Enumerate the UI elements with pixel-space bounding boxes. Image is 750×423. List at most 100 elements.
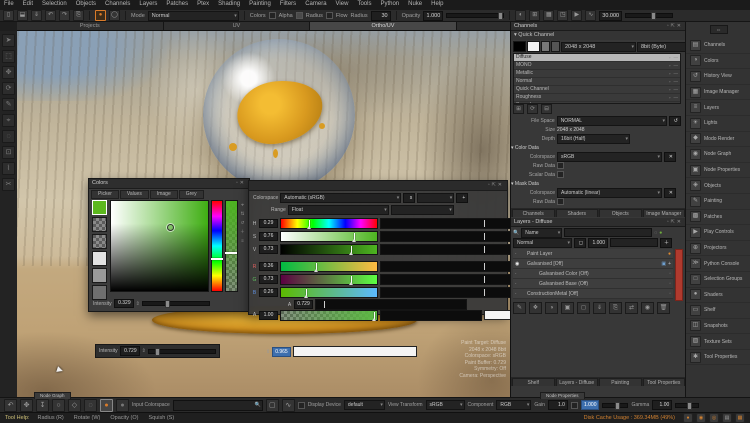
green-slider-overrange[interactable] [380,274,514,285]
visibility-cell[interactable]: · [515,291,525,297]
add-adjustment-icon[interactable]: ◑ [545,302,558,314]
grid-icon[interactable]: ⊞ [529,10,540,21]
channel-row[interactable]: MONO ▫— [514,62,680,70]
palette-item[interactable]: ▤ Channels [686,38,750,54]
radius-checkbox[interactable] [296,12,303,19]
swap-icon[interactable]: ⇅ [239,209,246,218]
filter-dropdown[interactable]: Name [521,228,562,238]
colors-panel-tab[interactable]: Grey [179,190,204,199]
eyedropper-tool-icon[interactable]: ⌖ [2,114,15,127]
palette-item[interactable]: ▨ Texture Sets [686,334,750,350]
sync-channel-icon[interactable]: ⟳ [527,104,538,114]
group-folder-icon[interactable]: ▣ [661,261,666,267]
value-slider-value[interactable]: 0.73 [259,245,278,254]
node-graph-tab[interactable]: Node Graph [34,392,71,399]
menu-item[interactable]: Layers [139,1,157,7]
palette-item[interactable]: ◑ Colors [686,54,750,70]
light-status-icon[interactable]: ◉ [696,413,706,423]
bake-down-icon[interactable]: ↧ [36,399,49,412]
green-slider-value[interactable]: 0.73 [259,275,278,284]
view-transform-dropdown[interactable]: sRGB [426,400,465,410]
dock-bottom-tab[interactable]: Shelf [512,378,555,386]
scalar-data-checkbox[interactable] [557,171,564,178]
channel-cache-icon[interactable]: ▫ [669,95,671,100]
clear-button[interactable]: ✕ [664,188,676,198]
intensity-value[interactable]: 0.729 [120,346,140,356]
intensity-slider[interactable] [142,301,210,306]
channel-lock-icon[interactable]: — [674,79,679,84]
memory-status-icon[interactable]: ▤ [722,413,732,423]
menu-item[interactable]: Painting [249,1,271,7]
page-icon[interactable]: ▢ [266,399,279,412]
palette-item[interactable]: ✎ Painting [686,194,750,210]
opacity-slider[interactable] [446,13,504,18]
dock-tab[interactable]: Shaders [556,209,599,217]
mask-raw-data-checkbox[interactable] [557,198,564,205]
amount-value[interactable]: 0.729 [294,300,313,309]
window-buttons[interactable]: ▫⇱✕ [488,181,504,190]
color-data-section[interactable]: ▾ Color Data [511,145,539,151]
color-swatch[interactable] [92,285,107,300]
layer-row[interactable]: ◉ Galvanised [Off] ▣ + [513,259,673,269]
dock-bottom-tab[interactable]: Painting [599,378,642,386]
dock-tab[interactable]: Objects [599,209,642,217]
add-mask-icon[interactable]: ◻ [577,302,590,314]
mask-colorspace-dropdown[interactable]: Automatic (linear) [557,188,662,198]
menu-item[interactable]: Camera [305,1,326,7]
quick-channel-row[interactable]: ▾ Quick Channel [511,31,686,40]
range-extra-dropdown[interactable] [391,205,454,215]
palette-item[interactable]: ◈ Objects [686,178,750,194]
visibility-cell[interactable]: · [515,281,537,287]
palette-item[interactable]: ≡ Layers [686,100,750,116]
open-project-icon[interactable]: ⬓ [17,10,28,21]
visibility-cell[interactable]: · [515,251,525,257]
glass-sphere-object[interactable] [203,39,355,191]
white-swatch[interactable] [527,41,540,52]
colors-panel-tab[interactable]: Image [150,190,178,199]
channel-lock-icon[interactable]: — [674,103,679,104]
intensity-value[interactable]: 0.329 [114,299,134,308]
blur-tool-icon[interactable]: ◌ [2,130,15,143]
range-dropdown[interactable]: Float [288,205,389,215]
add-procedural-icon[interactable]: ❖ [529,302,542,314]
lock-icon[interactable]: ◻ [574,238,586,248]
channel-cache-icon[interactable]: ▫ [669,55,671,60]
select-tool-icon[interactable]: ➤ [2,34,15,47]
eraser-tool-icon[interactable]: ◯ [109,10,120,21]
blend-mode-dropdown[interactable]: Normal [513,238,572,248]
menu-item[interactable]: File [4,1,14,7]
red-slider-value[interactable]: 0.36 [259,262,278,271]
transform-paint-icon[interactable]: ✥ [20,399,33,412]
colorspace-dropdown[interactable]: Automatic (sRGB) [280,193,401,203]
menu-item[interactable]: Filters [280,1,296,7]
channel-cache-icon[interactable]: ▫ [669,71,671,76]
paint-tool-icon[interactable]: ● [95,10,106,21]
shadow-status-icon[interactable]: ◎ [709,413,719,423]
project-status-icon[interactable]: ▦ [735,413,745,423]
mask-icon[interactable]: ▫ [669,271,671,277]
patch-icon[interactable]: ▦ [543,10,554,21]
colorspace-dropdown[interactable]: sRGB [557,152,662,162]
foreground-color-swatch[interactable] [92,200,107,215]
alpha-preview-bar[interactable] [293,346,417,357]
mode-dropdown[interactable]: Normal [148,11,239,21]
hue-slider-overrange[interactable] [380,218,514,229]
saturation-slider[interactable] [280,231,378,242]
diamond-brush-icon[interactable]: ◇ [68,399,81,412]
saturation-slider-value[interactable]: 0.76 [259,232,278,241]
add-swatch-icon[interactable]: ＋ [239,227,246,236]
layer-row[interactable]: · Galvanised Base (Off) ▫ [513,279,673,289]
dock-tab[interactable]: Channels [512,209,555,217]
stepper-icon[interactable]: ⇕ [136,301,140,307]
menu-item[interactable]: Channels [105,1,130,7]
lut-checkbox[interactable] [298,402,305,409]
channel-row[interactable]: Metallic ▫— [514,70,680,78]
palette-item[interactable]: ≫ Python Console [686,256,750,272]
component-dropdown[interactable]: RGB [496,400,531,410]
reset-button[interactable]: ↺ [669,116,681,126]
color-swatch[interactable] [92,234,107,249]
palette-strip-header-icon[interactable]: ▭ [710,25,728,34]
layer-search-input[interactable] [564,228,652,237]
alpha-value[interactable]: 0.965 [272,347,291,357]
palette-item[interactable]: ◉ Node Graph [686,147,750,163]
